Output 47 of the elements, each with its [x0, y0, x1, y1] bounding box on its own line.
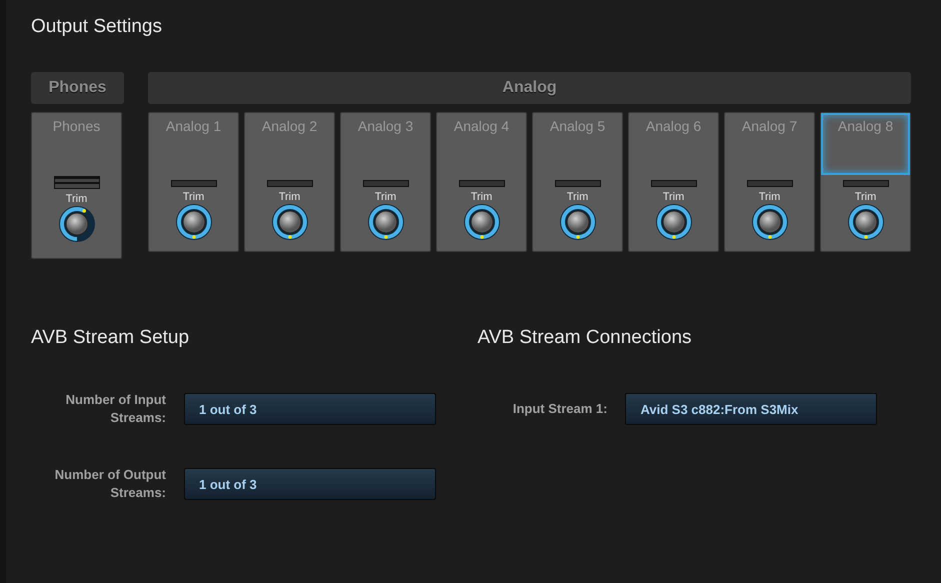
channel-strip[interactable]: Analog 2 Trim — [244, 112, 335, 252]
knob-label: Trim — [662, 191, 684, 203]
knob-label: Trim — [566, 191, 588, 203]
channel-name: Analog 6 — [646, 118, 702, 134]
stream-field[interactable]: 1 out of 3 — [184, 468, 436, 500]
channel-strip[interactable]: Analog 8 Trim — [820, 112, 911, 252]
knob-label: Trim — [854, 191, 876, 203]
knob-label: Trim — [374, 191, 396, 203]
trim-knob[interactable] — [270, 203, 308, 241]
group-header: Analog — [148, 72, 911, 104]
trim-knob[interactable] — [174, 203, 212, 241]
trim-knob[interactable] — [654, 203, 692, 241]
field-label: Input Stream 1: — [512, 400, 608, 418]
knob-label: Trim — [66, 193, 88, 205]
stream-field[interactable]: Avid S3 c882:From S3Mix — [625, 393, 878, 425]
field-label: Number of Input Streams: — [64, 391, 166, 427]
channel-name: Analog 7 — [742, 118, 798, 134]
trim-knob[interactable] — [846, 203, 884, 241]
channel-strip[interactable]: Analog 3 Trim — [340, 112, 431, 252]
channel-strip[interactable]: Analog 7 Trim — [724, 112, 815, 252]
knob-label: Trim — [758, 191, 780, 203]
group-header: Phones — [31, 72, 124, 104]
channel-name: Analog 3 — [358, 118, 414, 134]
trim-knob[interactable] — [558, 203, 596, 241]
channel-strip[interactable]: Analog 4 Trim — [436, 112, 527, 252]
section-title: AVB Stream Connections — [477, 327, 693, 350]
channel-strip[interactable]: Analog 1 Trim — [148, 112, 239, 252]
section-title: AVB Stream Setup — [31, 327, 190, 350]
knob-label: Trim — [278, 191, 300, 203]
channel-strip[interactable]: Analog 6 Trim — [628, 112, 719, 252]
trim-knob[interactable] — [750, 203, 788, 241]
channel-name: Analog 8 — [838, 118, 894, 134]
knob-label: Trim — [470, 191, 492, 203]
page-title: Output Settings — [31, 16, 163, 39]
trim-knob[interactable] — [366, 203, 404, 241]
channel-name: Analog 1 — [166, 118, 222, 134]
trim-knob[interactable] — [462, 203, 500, 241]
knob-label: Trim — [182, 191, 204, 203]
field-label: Number of Output Streams: — [54, 466, 166, 502]
channel-name: Phones — [52, 118, 100, 134]
channel-name: Analog 4 — [454, 118, 510, 134]
channel-strip[interactable]: Phones Trim — [31, 112, 122, 259]
trim-knob[interactable] — [58, 205, 96, 243]
channel-name: Analog 2 — [262, 118, 318, 134]
stream-field[interactable]: 1 out of 3 — [184, 393, 436, 425]
channel-strip[interactable]: Analog 5 Trim — [532, 112, 623, 252]
channel-name: Analog 5 — [550, 118, 606, 134]
